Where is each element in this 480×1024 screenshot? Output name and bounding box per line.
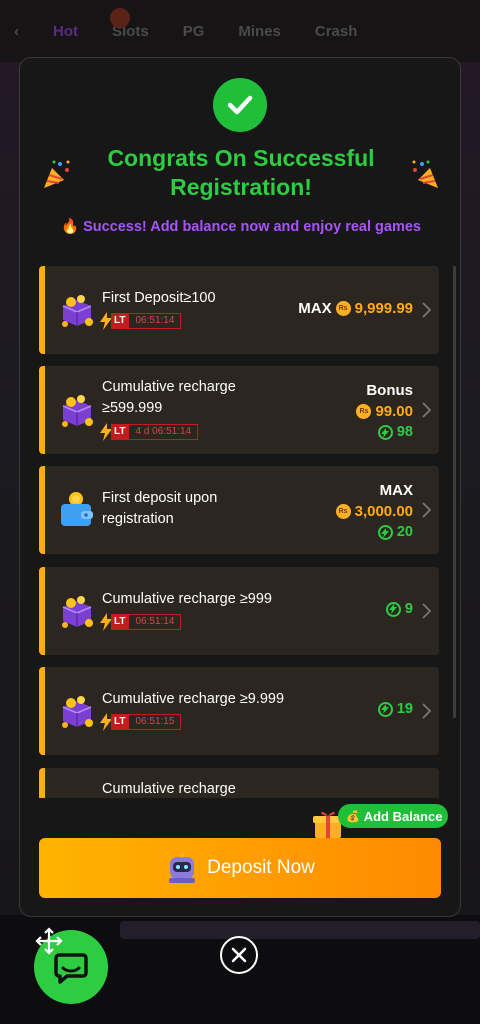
background-tab: Hot: [53, 22, 78, 40]
chevron-right-icon: [422, 703, 431, 719]
move-drag-icon[interactable]: [34, 926, 64, 956]
party-popper-icon: [44, 160, 70, 188]
reward-item-name: First deposit upon registration: [102, 490, 218, 527]
limited-time-badge: LT 06:51:14: [99, 613, 182, 631]
registration-success-modal: Congrats On Successful Registration! 🔥 Su…: [19, 57, 461, 917]
max-amount: 3,000.00: [354, 503, 413, 520]
close-icon: [231, 947, 247, 963]
countdown-timer: 06:51:14: [128, 313, 182, 329]
add-balance-button[interactable]: 💰 Add Balance: [338, 804, 448, 828]
reward-item-name: Cumulative recharge ≥9.999: [102, 691, 285, 707]
rupee-coin-icon: Rs: [335, 301, 351, 316]
limited-time-badge: LT 06:51:15: [99, 713, 182, 731]
max-label: MAX: [379, 482, 413, 499]
modal-subtitle: 🔥 Success! Add balance now and enjoy real…: [20, 218, 462, 235]
background-tab: Crash: [314, 22, 358, 40]
add-balance-label: Add Balance: [363, 808, 443, 824]
background-tab: Mines: [238, 22, 281, 40]
energy-value: 19: [396, 701, 413, 717]
background-tab: PG: [182, 22, 205, 40]
countdown-timer: 4 d 06:51:14: [128, 424, 199, 440]
treasure-box-icon: [62, 696, 93, 728]
chevron-right-icon: [422, 502, 431, 518]
notification-dot: [110, 8, 130, 28]
treasure-box-icon: [62, 295, 93, 327]
reward-item-name: Cumulative recharge ≥999: [102, 591, 272, 607]
energy-icon: [377, 701, 393, 717]
background-top-bar: ‹ Hot Slots PG Mines Crash: [0, 0, 480, 62]
lt-label: LT: [111, 714, 129, 730]
reward-item-name: First Deposit≥100: [102, 290, 216, 306]
max-label: MAX: [298, 300, 332, 317]
reward-value: 9: [385, 601, 413, 617]
countdown-timer: 06:51:14: [128, 614, 182, 630]
list-scrollbar[interactable]: [453, 266, 456, 718]
energy-value: 20: [396, 524, 413, 540]
reward-item-cumulative-999[interactable]: Cumulative recharge ≥999 LT 06:51:14 9: [39, 567, 439, 655]
limited-time-badge: LT 4 d 06:51:14: [99, 423, 199, 441]
subtitle-text: Success! Add balance now and enjoy real …: [83, 219, 421, 235]
reward-item-first-deposit-registration[interactable]: First deposit upon registration MAX Rs 3…: [39, 466, 439, 554]
chevron-right-icon: [422, 302, 431, 318]
lt-label: LT: [111, 614, 129, 630]
success-check-icon: [213, 78, 267, 132]
reward-list[interactable]: First Deposit≥100 LT 06:51:14 MAX Rs 9,9…: [39, 266, 441, 798]
energy-icon: [385, 601, 401, 617]
modal-title: Congrats On Successful Registration!: [107, 145, 375, 200]
close-modal-button[interactable]: [220, 936, 258, 974]
chevron-right-icon: [422, 402, 431, 418]
reward-item-cumulative-9999[interactable]: Cumulative recharge ≥9.999 LT 06:51:15 1…: [39, 667, 439, 755]
back-icon: ‹: [14, 22, 19, 40]
energy-value: 9: [404, 601, 413, 617]
lt-label: LT: [111, 313, 129, 329]
robot-mascot-icon: [169, 852, 196, 883]
chevron-right-icon: [422, 603, 431, 619]
reward-value: MAX Rs 9,999.99: [298, 300, 413, 317]
reward-item-name: Cumulative recharge: [102, 781, 236, 797]
treasure-box-icon: [62, 596, 93, 628]
energy-value: 98: [396, 424, 413, 440]
wallet-icon: [61, 492, 93, 526]
energy-icon: [377, 425, 393, 440]
fire-icon: 🔥: [61, 219, 80, 235]
money-bag-icon: 💰: [346, 810, 360, 823]
treasure-box-icon: [62, 395, 93, 427]
reward-item-cumulative-partial[interactable]: Cumulative recharge: [39, 768, 439, 798]
lt-label: LT: [111, 424, 129, 440]
countdown-timer: 06:51:15: [128, 714, 182, 730]
deposit-now-button[interactable]: Deposit Now: [39, 838, 441, 898]
party-popper-icon: [412, 160, 438, 188]
rupee-coin-icon: Rs: [356, 404, 372, 419]
bonus-label: Bonus: [366, 382, 413, 399]
reward-item-name: Cumulative recharge ≥599.999: [102, 379, 236, 416]
reward-item-first-deposit[interactable]: First Deposit≥100 LT 06:51:14 MAX Rs 9,9…: [39, 266, 439, 354]
deposit-now-label: Deposit Now: [207, 857, 315, 878]
reward-value: 19: [377, 701, 413, 717]
limited-time-badge: LT 06:51:14: [99, 312, 182, 330]
rupee-coin-icon: Rs: [335, 504, 351, 519]
reward-item-cumulative-599[interactable]: Cumulative recharge ≥599.999 LT 4 d 06:5…: [39, 366, 439, 454]
reward-value: MAX Rs 3,000.00 20: [335, 480, 413, 543]
reward-value: Bonus Rs 99.00 98: [356, 380, 413, 443]
bonus-amount: 99.00: [375, 403, 413, 420]
background-strip: [120, 921, 480, 939]
max-amount: 9,999.99: [354, 300, 413, 317]
energy-icon: [377, 525, 393, 540]
